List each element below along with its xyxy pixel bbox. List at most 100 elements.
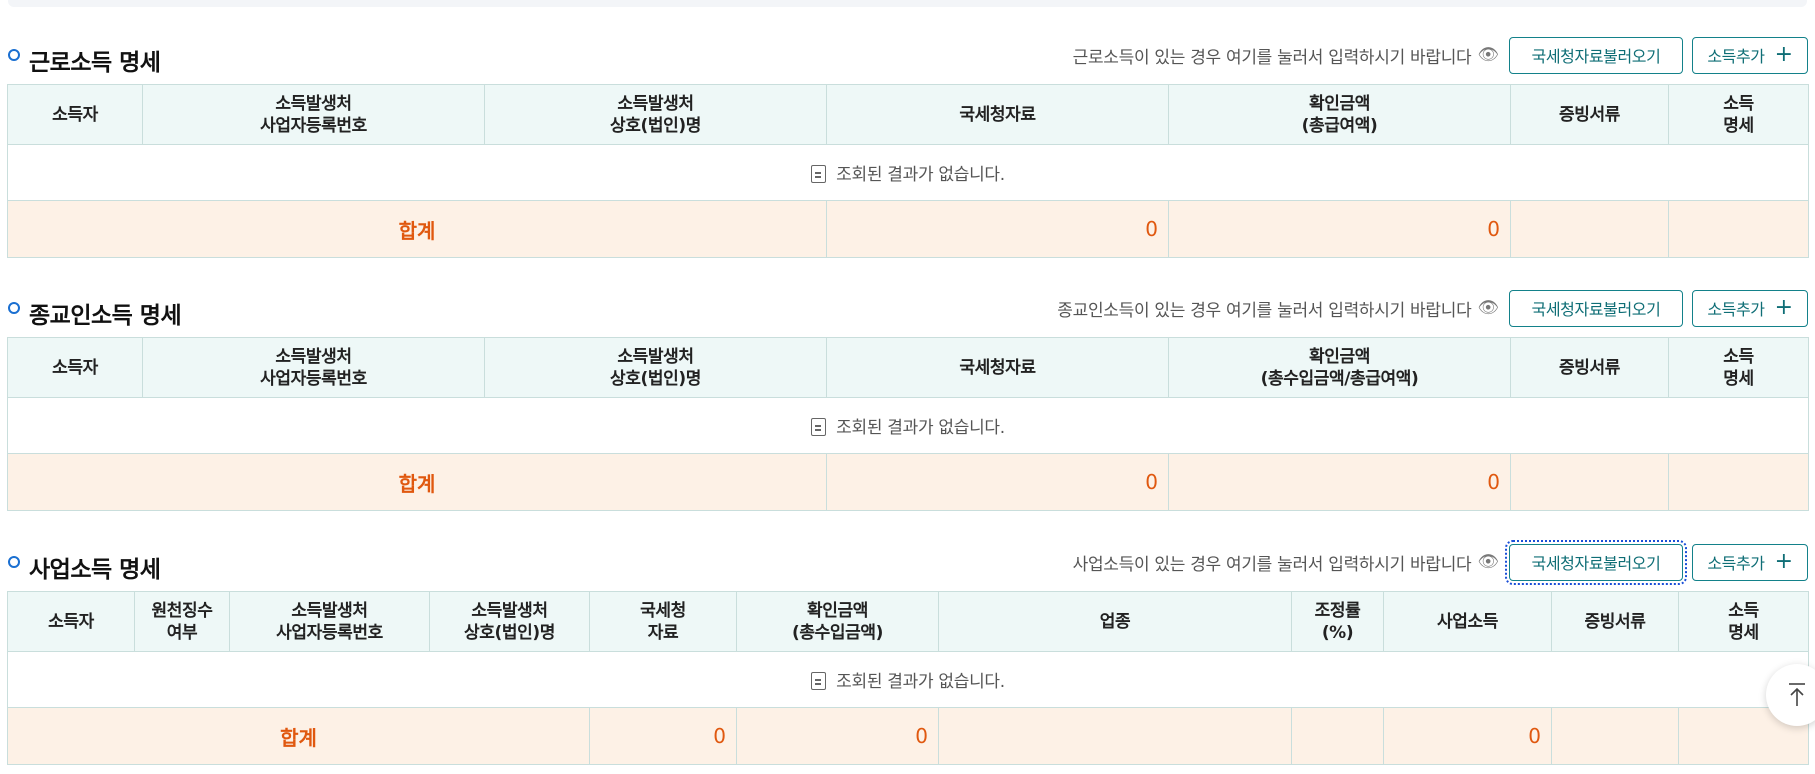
col-header-nts-data: 국세청 자료 [589, 591, 737, 652]
col-header-income-detail: 소득 명세 [1678, 591, 1809, 652]
empty-message: 조회된 결과가 없습니다. [836, 672, 1005, 692]
plus-icon: + [1774, 295, 1793, 320]
section-actions: 종교인소득이 있는 경우 여기를 눌러서 입력하시기 바랍니다 👁 국세청자료불… [1057, 289, 1808, 327]
col-header-company-name: 소득발생처 상호(법인)명 [429, 591, 590, 652]
col-header-income-detail-label: 소득 명세 [1728, 600, 1759, 643]
col-header-confirmed-amount: 확인금액 (총수입금액) [736, 591, 939, 652]
document-icon [811, 165, 827, 183]
total-nts-data: 0 [826, 453, 1169, 511]
add-income-label: 소득추가 [1707, 554, 1765, 573]
total-income-detail [1668, 200, 1809, 258]
table-header-row: 소득자 소득발생처 사업자등록번호 소득발생처 상호(법인)명 국세청자료 확인… [7, 84, 1809, 145]
document-icon [811, 672, 827, 690]
col-header-evidence: 증빙서류 [1510, 337, 1669, 398]
col-header-evidence: 증빙서류 [1510, 84, 1669, 145]
total-evidence [1510, 453, 1669, 511]
col-header-company-name-label: 소득발생처 상호(법인)명 [610, 93, 701, 136]
eye-icon[interactable]: 👁 [1477, 45, 1499, 65]
empty-cell: 조회된 결과가 없습니다. [7, 144, 1809, 201]
add-income-button[interactable]: 소득추가 + [1692, 289, 1808, 327]
section-religious-income: 종교인소득 명세 종교인소득이 있는 경우 여기를 눌러서 입력하시기 바랍니다… [7, 283, 1809, 511]
total-industry [938, 707, 1292, 765]
col-header-biz-reg-no: 소득발생처 사업자등록번호 [229, 591, 430, 652]
col-header-business-income: 사업소득 [1383, 591, 1552, 652]
table-header-row: 소득자 소득발생처 사업자등록번호 소득발생처 상호(법인)명 국세청자료 확인… [7, 337, 1809, 398]
nts-load-button[interactable]: 국세청자료불러오기 [1509, 36, 1683, 74]
col-header-biz-reg-no-label: 소득발생처 사업자등록번호 [260, 93, 367, 136]
nts-load-button[interactable]: 국세청자료불러오기 [1505, 539, 1687, 585]
add-income-label: 소득추가 [1707, 300, 1765, 319]
col-header-nts-data: 국세청자료 [826, 337, 1169, 398]
add-income-button[interactable]: 소득추가 + [1692, 36, 1808, 74]
col-header-confirmed-amount-label: 확인금액 (총수입금액) [792, 600, 883, 643]
total-evidence [1551, 707, 1679, 765]
section-hint[interactable]: 근로소득이 있는 경우 여기를 눌러서 입력하시기 바랍니다 [1073, 43, 1472, 68]
col-header-withholding: 원천징수 여부 [134, 591, 230, 652]
empty-message: 조회된 결과가 없습니다. [836, 165, 1005, 185]
plus-icon: + [1774, 42, 1793, 67]
col-header-income-detail: 소득 명세 [1668, 84, 1809, 145]
col-header-biz-reg-no-label: 소득발생처 사업자등록번호 [260, 346, 367, 389]
section-title: 근로소득 명세 [29, 50, 161, 76]
add-income-label: 소득추가 [1707, 47, 1765, 66]
col-header-confirmed-amount-label: 확인금액 (총급여액) [1301, 93, 1378, 136]
empty-row: 조회된 결과가 없습니다. [7, 397, 1809, 454]
col-header-earner: 소득자 [7, 84, 143, 145]
col-header-income-detail: 소득 명세 [1668, 337, 1809, 398]
section-hint[interactable]: 종교인소득이 있는 경우 여기를 눌러서 입력하시기 바랍니다 [1057, 296, 1471, 321]
eye-icon[interactable]: 👁 [1477, 552, 1499, 572]
col-header-adjust-rate: 조정률 (%) [1291, 591, 1384, 652]
section-business-income: 사업소득 명세 사업소득이 있는 경우 여기를 눌러서 입력하시기 바랍니다 👁… [7, 537, 1809, 765]
empty-message: 조회된 결과가 없습니다. [836, 418, 1005, 438]
section-header: 근로소득 명세 근로소득이 있는 경우 여기를 눌러서 입력하시기 바랍니다 👁… [7, 30, 1808, 84]
total-business-income: 0 [1383, 707, 1552, 765]
total-row: 합계 0 0 0 [7, 707, 1809, 765]
col-header-income-detail-label: 소득 명세 [1723, 93, 1754, 136]
total-row: 합계 0 0 [7, 200, 1809, 258]
arrow-up-to-top-icon [1789, 683, 1805, 706]
col-header-confirmed-amount: 확인금액 (총급여액) [1168, 84, 1511, 145]
col-header-company-name-label: 소득발생처 상호(법인)명 [464, 600, 555, 643]
document-icon [811, 418, 827, 436]
total-label: 합계 [7, 453, 827, 511]
col-header-company-name: 소득발생처 상호(법인)명 [484, 337, 827, 398]
section-title: 종교인소득 명세 [29, 303, 182, 329]
empty-cell: 조회된 결과가 없습니다. [7, 397, 1809, 454]
col-header-confirmed-amount-label: 확인금액 (총수입금액/총급여액) [1260, 346, 1419, 389]
empty-row: 조회된 결과가 없습니다. [7, 144, 1809, 201]
total-label: 합계 [7, 707, 590, 765]
total-row: 합계 0 0 [7, 453, 1809, 511]
total-label: 합계 [7, 200, 827, 258]
plus-icon: + [1774, 549, 1793, 574]
top-panel-edge [8, 0, 1807, 7]
total-confirmed-amount: 0 [736, 707, 939, 765]
total-adjust-rate [1291, 707, 1384, 765]
eye-icon[interactable]: 👁 [1477, 298, 1499, 318]
section-hint[interactable]: 사업소득이 있는 경우 여기를 눌러서 입력하시기 바랍니다 [1073, 550, 1472, 575]
bullet-icon [8, 302, 20, 314]
col-header-earner: 소득자 [7, 591, 135, 652]
section-actions: 사업소득이 있는 경우 여기를 눌러서 입력하시기 바랍니다 👁 국세청자료불러… [1073, 539, 1808, 585]
business-income-table: 소득자 원천징수 여부 소득발생처 사업자등록번호 소득발생처 상호(법인)명 … [7, 591, 1809, 765]
total-confirmed-amount: 0 [1168, 453, 1511, 511]
col-header-company-name: 소득발생처 상호(법인)명 [484, 84, 827, 145]
nts-load-button[interactable]: 국세청자료불러오기 [1509, 289, 1683, 327]
total-confirmed-amount: 0 [1168, 200, 1511, 258]
col-header-evidence: 증빙서류 [1551, 591, 1679, 652]
col-header-biz-reg-no: 소득발생처 사업자등록번호 [142, 337, 485, 398]
col-header-withholding-label: 원천징수 여부 [151, 600, 213, 643]
religious-income-table: 소득자 소득발생처 사업자등록번호 소득발생처 상호(법인)명 국세청자료 확인… [7, 337, 1809, 511]
col-header-earner: 소득자 [7, 337, 143, 398]
section-header: 사업소득 명세 사업소득이 있는 경우 여기를 눌러서 입력하시기 바랍니다 👁… [7, 537, 1808, 591]
add-income-button[interactable]: 소득추가 + [1692, 543, 1808, 581]
col-header-nts-data: 국세청자료 [826, 84, 1169, 145]
total-nts-data: 0 [826, 200, 1169, 258]
bullet-icon [8, 556, 20, 568]
section-header: 종교인소득 명세 종교인소득이 있는 경우 여기를 눌러서 입력하시기 바랍니다… [7, 283, 1808, 337]
section-actions: 근로소득이 있는 경우 여기를 눌러서 입력하시기 바랍니다 👁 국세청자료불러… [1073, 36, 1808, 74]
col-header-industry: 업종 [938, 591, 1292, 652]
total-income-detail [1668, 453, 1809, 511]
empty-cell: 조회된 결과가 없습니다. [7, 651, 1809, 708]
total-nts-data: 0 [589, 707, 737, 765]
col-header-adjust-rate-label: 조정률 (%) [1314, 600, 1361, 643]
